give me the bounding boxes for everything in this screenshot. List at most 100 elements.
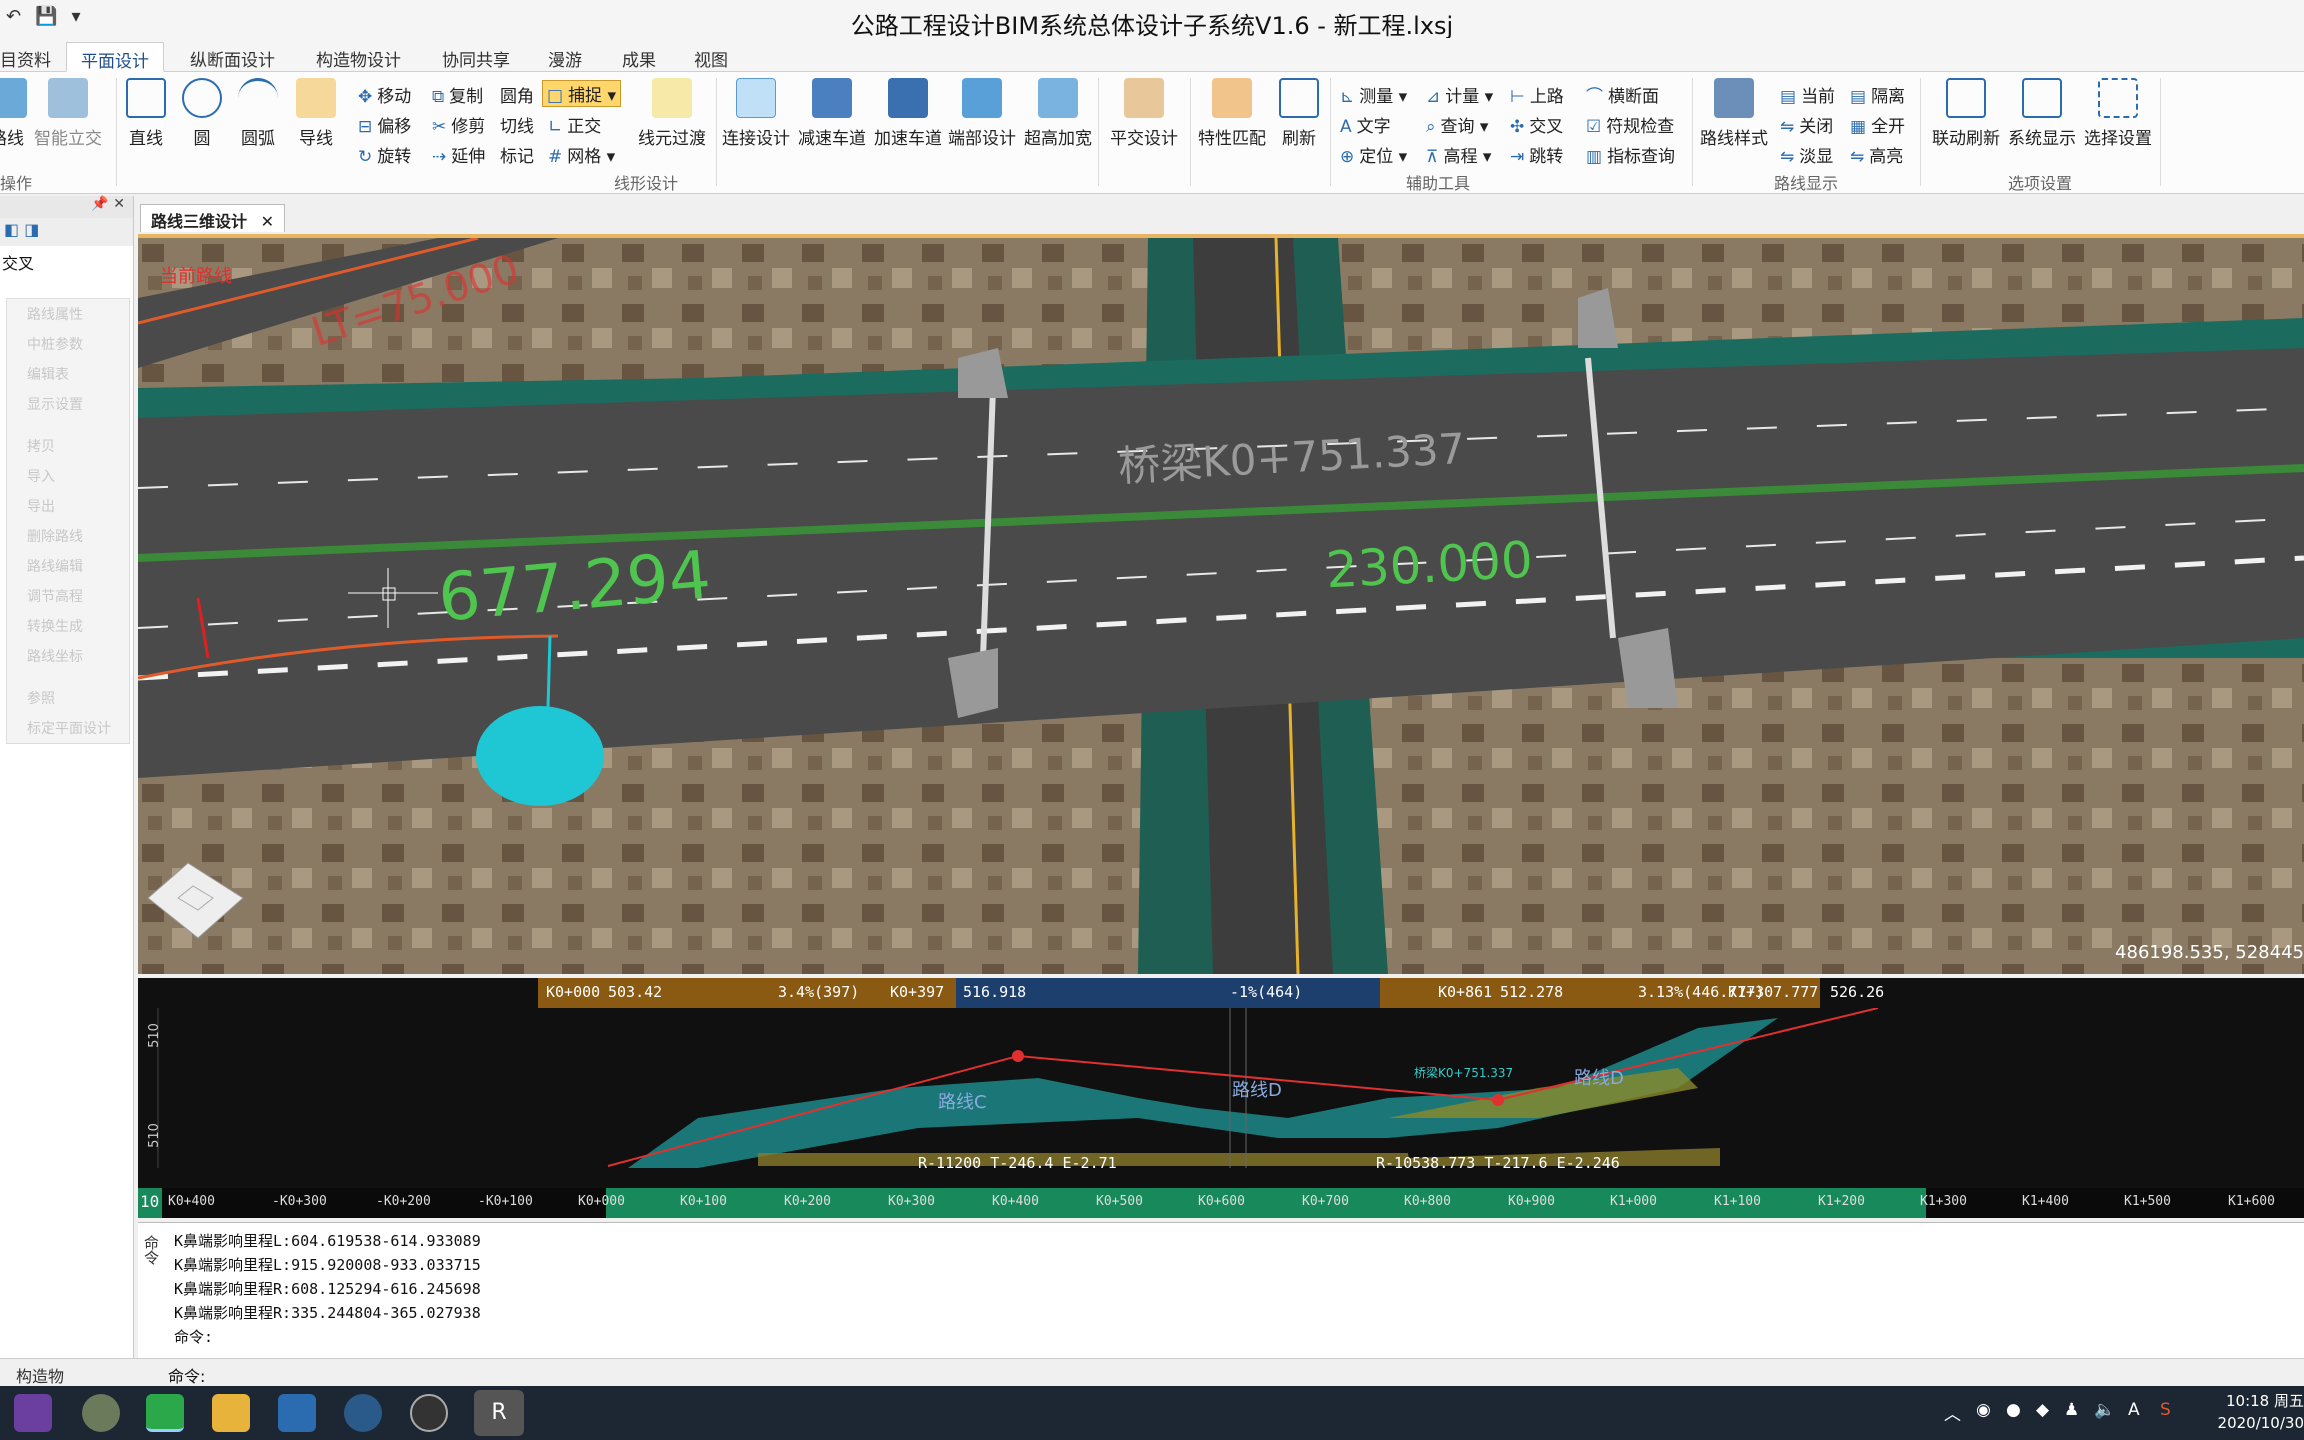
menu-item[interactable]: 调节高程: [7, 581, 129, 611]
code-check-button[interactable]: ☑ 符规检查: [1586, 112, 1674, 137]
copy-button[interactable]: ⧉ 复制: [432, 82, 483, 107]
document-tab[interactable]: 路线三维设计 ✕: [140, 204, 285, 232]
menu-item[interactable]: 显示设置: [7, 389, 129, 419]
3d-viewport[interactable]: 当前路线 LT=75.000 桥梁K0+751.337 677.294 230.…: [138, 234, 2304, 974]
system-display-button[interactable]: 系统显示: [2004, 78, 2080, 149]
offset-button[interactable]: ⊟ 偏移: [358, 112, 411, 137]
menu-item[interactable]: 参照: [7, 683, 129, 713]
elevation-button[interactable]: ⊼ 高程 ▾: [1426, 142, 1491, 167]
element-transition-button[interactable]: 线元过渡: [634, 78, 710, 149]
menu-item[interactable]: 编辑表: [7, 359, 129, 389]
tray-qq-icon[interactable]: ♟: [2064, 1400, 2079, 1420]
menu-item[interactable]: 中桩参数: [7, 329, 129, 359]
word-app-icon[interactable]: [278, 1394, 316, 1432]
highlight-button[interactable]: ⇋ 高亮: [1850, 142, 1903, 167]
tab-profile-design[interactable]: 纵断面设计: [176, 42, 289, 72]
tab-project-data[interactable]: 目资料: [0, 42, 65, 72]
guide-line-button[interactable]: 导线: [294, 78, 338, 149]
ime-indicator[interactable]: A: [2128, 1400, 2140, 1420]
tree-selected-item[interactable]: 交叉: [0, 246, 133, 278]
route-button[interactable]: 路线: [0, 78, 30, 149]
select-settings-button[interactable]: 选择设置: [2080, 78, 2156, 149]
menu-item[interactable]: 标定平面设计: [7, 713, 129, 743]
taskbar-clock[interactable]: 10:18 周五 2020/10/30: [2194, 1390, 2304, 1434]
line-button[interactable]: 直线: [124, 78, 168, 149]
tab-results[interactable]: 成果: [608, 42, 670, 72]
tray-network-icon[interactable]: ◆: [2036, 1400, 2049, 1420]
menu-item[interactable]: 路线坐标: [7, 641, 129, 671]
sogou-icon[interactable]: S: [2160, 1400, 2171, 1420]
route-style-button[interactable]: 路线样式: [1696, 78, 1772, 149]
query-button[interactable]: ⌕ 查询 ▾: [1426, 112, 1488, 137]
calc-button[interactable]: ⊿ 计量 ▾: [1426, 82, 1493, 107]
locate-button[interactable]: ⊕ 定位 ▾: [1340, 142, 1407, 167]
decel-lane-button[interactable]: 减速车道: [796, 78, 868, 149]
smart-interchange-button[interactable]: 智能立交: [28, 78, 108, 149]
mark-button[interactable]: 标记: [500, 142, 534, 167]
browser-icon[interactable]: [410, 1394, 448, 1432]
file-explorer-icon[interactable]: [212, 1394, 250, 1432]
circle-button[interactable]: 圆: [180, 78, 224, 149]
visual-studio-icon[interactable]: [14, 1394, 52, 1432]
indicator-query-button[interactable]: ▥ 指标查询: [1586, 142, 1675, 167]
intersection-button[interactable]: ✣ 交叉: [1510, 112, 1563, 137]
status-left-label[interactable]: 构造物: [16, 1363, 64, 1387]
tab-view[interactable]: 视图: [680, 42, 742, 72]
tab-collaboration[interactable]: 协同共享: [428, 42, 524, 72]
rotate-button[interactable]: ↻ 旋转: [358, 142, 411, 167]
extend-button[interactable]: ⇢ 延伸: [432, 142, 485, 167]
close-tab-icon[interactable]: ✕: [261, 212, 274, 231]
snap-toggle[interactable]: □ 捕捉 ▾: [542, 80, 621, 107]
accel-lane-button[interactable]: 加速车道: [872, 78, 944, 149]
move-button[interactable]: ✥ 移动: [358, 82, 411, 107]
current-button[interactable]: ▤ 当前: [1780, 82, 1835, 107]
measure-button[interactable]: ⊾ 测量 ▾: [1340, 82, 1407, 107]
fillet-button[interactable]: 圆角: [500, 82, 534, 107]
superelevation-button[interactable]: 超高加宽: [1022, 78, 1094, 149]
linked-refresh-button[interactable]: 联动刷新: [1928, 78, 2004, 149]
tab-structure-design[interactable]: 构造物设计: [302, 42, 415, 72]
profile-view[interactable]: K0+000 503.42 3.4%(397) K0+397 516.918 -…: [138, 978, 2304, 1218]
tray-app-icon[interactable]: ◉: [1976, 1400, 1991, 1420]
menu-item[interactable]: 拷贝: [7, 431, 129, 461]
volume-icon[interactable]: 🔈: [2094, 1400, 2115, 1420]
forward-icon[interactable]: ◨: [24, 220, 39, 239]
tangent-button[interactable]: 切线: [500, 112, 534, 137]
command-prompt[interactable]: 命令:: [168, 1363, 205, 1387]
tab-plan-design[interactable]: 平面设计: [66, 42, 164, 72]
menu-item[interactable]: 转换生成: [7, 611, 129, 641]
app-icon[interactable]: [344, 1394, 382, 1432]
connection-design-button[interactable]: 连接设计: [720, 78, 792, 149]
tray-expand-icon[interactable]: ︿: [1944, 1400, 1961, 1425]
upper-road-button[interactable]: ⊢ 上路: [1510, 82, 1564, 107]
fade-button[interactable]: ⇋ 淡显: [1780, 142, 1833, 167]
menu-item[interactable]: 路线编辑: [7, 551, 129, 581]
trim-button[interactable]: ✂ 修剪: [432, 112, 485, 137]
match-properties-button[interactable]: 特性匹配: [1194, 78, 1270, 149]
menu-item[interactable]: 导入: [7, 461, 129, 491]
text-button[interactable]: A 文字: [1340, 112, 1391, 137]
end-design-button[interactable]: 端部设计: [946, 78, 1018, 149]
pvi-point[interactable]: [1492, 1094, 1504, 1106]
menu-item[interactable]: 删除路线: [7, 521, 129, 551]
isolate-button[interactable]: ▤ 隔离: [1850, 82, 1905, 107]
back-icon[interactable]: ◧: [4, 220, 19, 239]
grid-toggle[interactable]: # 网格 ▾: [548, 142, 615, 167]
menu-item[interactable]: 路线属性: [7, 299, 129, 329]
refresh-button[interactable]: 刷新: [1276, 78, 1322, 149]
pvi-point[interactable]: [1012, 1050, 1024, 1062]
cross-section-button[interactable]: ⌒ 横断面: [1586, 82, 1659, 107]
menu-item[interactable]: 导出: [7, 491, 129, 521]
app-r-icon[interactable]: R: [474, 1390, 524, 1436]
selection-marker[interactable]: [476, 706, 604, 806]
close-display-button[interactable]: ⇋ 关闭: [1780, 112, 1833, 137]
all-on-button[interactable]: ▦ 全开: [1850, 112, 1905, 137]
left-panel-header[interactable]: 📌 ✕: [0, 196, 133, 218]
wechat-icon[interactable]: [146, 1394, 184, 1432]
ortho-toggle[interactable]: ∟ 正交: [548, 112, 601, 137]
tab-roaming[interactable]: 漫游: [534, 42, 596, 72]
arc-button[interactable]: 圆弧: [236, 78, 280, 149]
jump-button[interactable]: ⇥ 跳转: [1510, 142, 1563, 167]
globe-app-icon[interactable]: [82, 1394, 120, 1432]
at-grade-design-button[interactable]: 平交设计: [1104, 78, 1184, 149]
